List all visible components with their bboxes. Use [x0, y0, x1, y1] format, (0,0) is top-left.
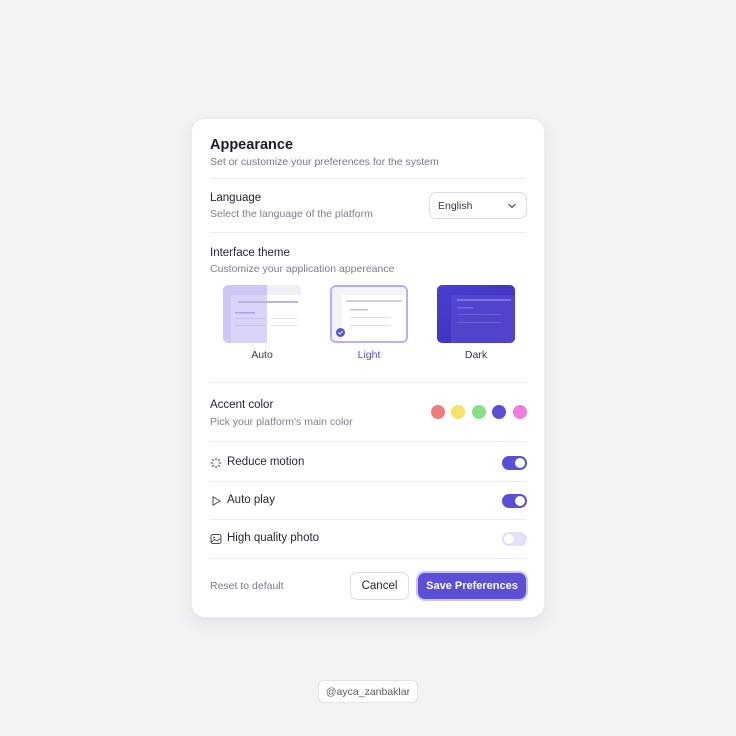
accent-swatch-purple[interactable] — [492, 405, 506, 419]
high-quality-photo-label: High quality photo — [227, 532, 320, 544]
reduce-motion-label: Reduce motion — [227, 456, 305, 468]
accent-swatch-green[interactable] — [472, 405, 486, 419]
divider — [210, 558, 526, 559]
reset-to-default-link[interactable]: Reset to default — [210, 580, 284, 592]
theme-option-dark[interactable] — [437, 285, 515, 343]
loader-icon — [210, 457, 222, 469]
divider — [210, 481, 526, 482]
accent-swatch-pink[interactable] — [513, 405, 527, 419]
check-icon — [336, 328, 345, 337]
divider — [210, 232, 526, 233]
divider — [210, 382, 526, 383]
play-icon — [212, 496, 221, 506]
cancel-button[interactable]: Cancel — [350, 572, 409, 600]
high-quality-photo-toggle[interactable] — [502, 532, 527, 546]
page-title: Appearance — [210, 137, 294, 153]
divider — [210, 519, 526, 520]
accent-subtitle: Pick your platform's main color — [210, 416, 353, 428]
divider — [210, 178, 526, 179]
theme-option-light[interactable] — [330, 285, 408, 343]
divider — [210, 441, 526, 442]
language-select[interactable]: English — [429, 192, 527, 219]
theme-subtitle: Customize your application appereance — [210, 263, 395, 275]
chevron-down-icon — [508, 203, 516, 209]
save-preferences-button[interactable]: Save Preferences — [418, 573, 526, 599]
appearance-settings-card: Appearance Set or customize your prefere… — [191, 118, 545, 618]
theme-title: Interface theme — [210, 247, 290, 259]
auto-play-toggle[interactable] — [502, 494, 527, 508]
theme-label-auto: Auto — [251, 349, 273, 361]
reduce-motion-toggle[interactable] — [502, 456, 527, 470]
language-select-value: English — [438, 199, 473, 212]
language-title: Language — [210, 192, 262, 204]
page-subtitle: Set or customize your preferences for th… — [210, 156, 439, 168]
language-subtitle: Select the language of the platform — [210, 208, 373, 220]
auto-theme-preview — [223, 285, 301, 343]
theme-label-light: Light — [357, 349, 381, 361]
dark-theme-preview — [437, 285, 515, 343]
accent-swatch-yellow[interactable] — [451, 405, 465, 419]
auto-play-label: Auto play — [227, 494, 275, 506]
photo-icon — [210, 534, 222, 544]
theme-label-dark: Dark — [464, 349, 488, 361]
author-credit: @ayca_zanbaklar — [318, 680, 418, 703]
accent-title: Accent color — [210, 399, 274, 411]
accent-swatch-red[interactable] — [431, 405, 445, 419]
theme-option-auto[interactable] — [223, 285, 301, 343]
